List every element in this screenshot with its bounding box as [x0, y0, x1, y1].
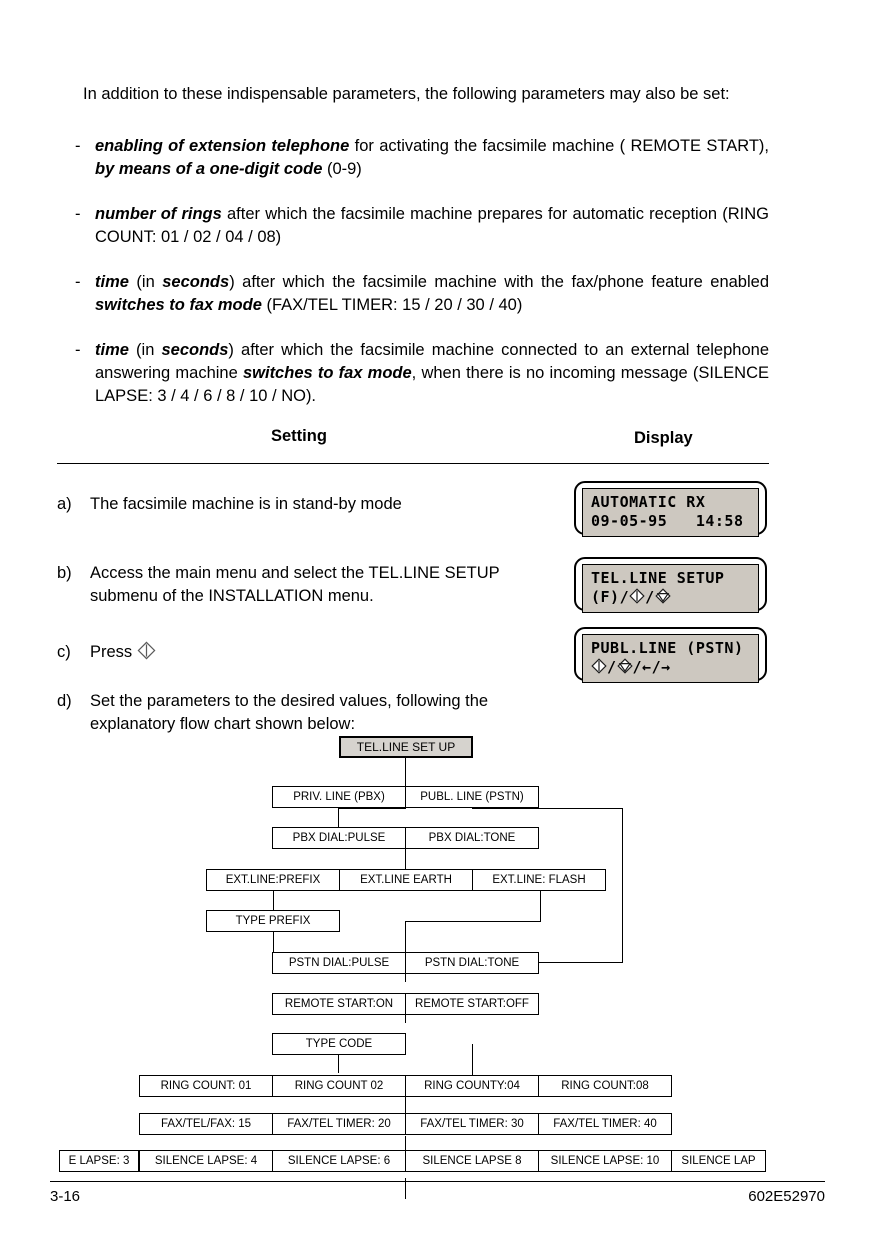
diamond-up-key-icon — [137, 641, 156, 660]
lcd-line-1: AUTOMATIC RX — [591, 493, 706, 511]
flow-box[interactable]: EXT.LINE:PREFIX — [206, 869, 340, 891]
bullet-item: - number of rings after which the facsim… — [75, 203, 769, 249]
connector — [338, 808, 406, 809]
connector — [273, 890, 274, 910]
flow-box[interactable]: PRIV. LINE (PBX) — [272, 786, 406, 808]
flow-box[interactable]: E LAPSE: 3 — [59, 1150, 139, 1172]
flow-box[interactable]: PSTN DIAL:PULSE — [272, 952, 406, 974]
bullet-body: time (in seconds) after which the facsim… — [95, 341, 769, 405]
step-d-marker: d) — [57, 692, 72, 710]
flow-box[interactable]: PBX DIAL:PULSE — [272, 827, 406, 849]
connector — [405, 921, 541, 922]
step-c: c) Press — [57, 641, 357, 664]
bullet-item: - time (in seconds) after which the facs… — [75, 271, 769, 317]
flow-box[interactable]: SILENCE LAPSE: 6 — [272, 1150, 406, 1172]
lcd-line-2: //←/→ — [591, 658, 750, 677]
bullet-body: time (in seconds) after which the facsim… — [95, 273, 769, 314]
connector — [405, 758, 406, 786]
document-page: In addition to these indispensable param… — [0, 0, 875, 1240]
step-c-text: Press — [57, 641, 357, 664]
flow-box[interactable]: REMOTE START:OFF — [405, 993, 539, 1015]
flow-box[interactable]: RING COUNT 02 — [272, 1075, 406, 1097]
flow-box[interactable]: EXT.LINE: FLASH — [472, 869, 606, 891]
column-header-display: Display — [634, 429, 693, 447]
diamond-down-key-icon — [616, 658, 633, 674]
bullet-body: enabling of extension telephone for acti… — [95, 137, 770, 178]
flow-box[interactable]: TYPE PREFIX — [206, 910, 340, 932]
flow-box[interactable]: FAX/TEL/FAX: 15 — [139, 1113, 273, 1135]
diamond-down-key-icon — [655, 588, 671, 604]
flow-box[interactable]: PSTN DIAL:TONE — [405, 952, 539, 974]
step-a-marker: a) — [57, 495, 72, 513]
footer-divider — [50, 1181, 825, 1182]
flow-box[interactable]: FAX/TEL TIMER: 40 — [538, 1113, 672, 1135]
flow-box[interactable]: FAX/TEL TIMER: 20 — [272, 1113, 406, 1135]
step-a-text: The facsimile machine is in stand-by mod… — [90, 495, 402, 513]
parameter-bullet-list: - enabling of extension telephone for ac… — [75, 135, 769, 430]
lcd-line-1: TEL.LINE SETUP — [591, 569, 725, 587]
header-divider — [57, 463, 769, 464]
flow-box[interactable]: SILENCE LAP — [671, 1150, 766, 1172]
bullet-dash: - — [75, 341, 81, 359]
connector — [338, 808, 339, 827]
page-number: 3-16 — [50, 1188, 81, 1205]
flow-box[interactable]: SILENCE LAPSE: 10 — [538, 1150, 672, 1172]
flow-box[interactable]: SILENCE LAPSE 8 — [405, 1150, 539, 1172]
document-code: 602E52970 — [748, 1188, 825, 1205]
lcd-screen: AUTOMATIC RX 09-05-95 14:58 — [582, 488, 759, 537]
lcd-screen: PUBL.LINE (PSTN) //←/→ — [582, 634, 759, 683]
lcd-display-standby: AUTOMATIC RX 09-05-95 14:58 — [574, 481, 767, 537]
flow-box[interactable]: SILENCE LAPSE: 4 — [139, 1150, 273, 1172]
intro-text: In addition to these indispensable param… — [83, 84, 730, 103]
flow-box[interactable]: RING COUNT:08 — [538, 1075, 672, 1097]
bullet-dash: - — [75, 273, 81, 291]
flow-box[interactable]: PBX DIAL:TONE — [405, 827, 539, 849]
bullet-item: - enabling of extension telephone for ac… — [75, 135, 769, 181]
lcd-line-2: (F)// — [591, 588, 750, 607]
diamond-up-key-icon — [629, 588, 645, 604]
lcd-line-1: PUBL.LINE (PSTN) — [591, 639, 744, 657]
bullet-item: - time (in seconds) after which the facs… — [75, 339, 769, 408]
step-b-marker: b) — [57, 564, 72, 582]
flow-box[interactable]: REMOTE START:ON — [272, 993, 406, 1015]
flow-box[interactable]: TYPE CODE — [272, 1033, 406, 1055]
flow-box[interactable]: RING COUNT: 01 — [139, 1075, 273, 1097]
connector — [472, 808, 623, 809]
tel-line-setup-flowchart: TEL.LINE SET UP PRIV. LINE (PBX) PUBL. L… — [0, 730, 875, 1199]
intro-paragraph: In addition to these indispensable param… — [57, 83, 769, 106]
flow-box[interactable]: RING COUNTY:04 — [405, 1075, 539, 1097]
step-b-text: Access the main menu and select the TEL.… — [90, 564, 500, 605]
flow-box[interactable]: FAX/TEL TIMER: 30 — [405, 1113, 539, 1135]
flow-box[interactable]: EXT.LINE EARTH — [339, 869, 473, 891]
bullet-dash: - — [75, 137, 81, 155]
flow-box[interactable]: PUBL. LINE (PSTN) — [405, 786, 539, 808]
lcd-screen: TEL.LINE SETUP (F)// — [582, 564, 759, 613]
connector — [405, 1094, 406, 1114]
connector — [622, 808, 623, 963]
step-c-marker: c) — [57, 643, 71, 661]
flow-box-root[interactable]: TEL.LINE SET UP — [339, 736, 473, 758]
lcd-line-2: 09-05-95 14:58 — [591, 512, 744, 530]
step-a: a) The facsimile machine is in stand-by … — [57, 493, 557, 516]
bullet-body: number of rings after which the facsimil… — [95, 205, 769, 246]
lcd-display-telline-setup: TEL.LINE SETUP (F)// — [574, 557, 767, 613]
bullet-dash: - — [75, 205, 81, 223]
column-header-setting: Setting — [271, 427, 327, 445]
connector — [338, 1054, 339, 1073]
step-b: b) Access the main menu and select the T… — [57, 562, 567, 608]
lcd-display-publ-line: PUBL.LINE (PSTN) //←/→ — [574, 627, 767, 683]
diamond-up-key-icon — [591, 658, 607, 674]
